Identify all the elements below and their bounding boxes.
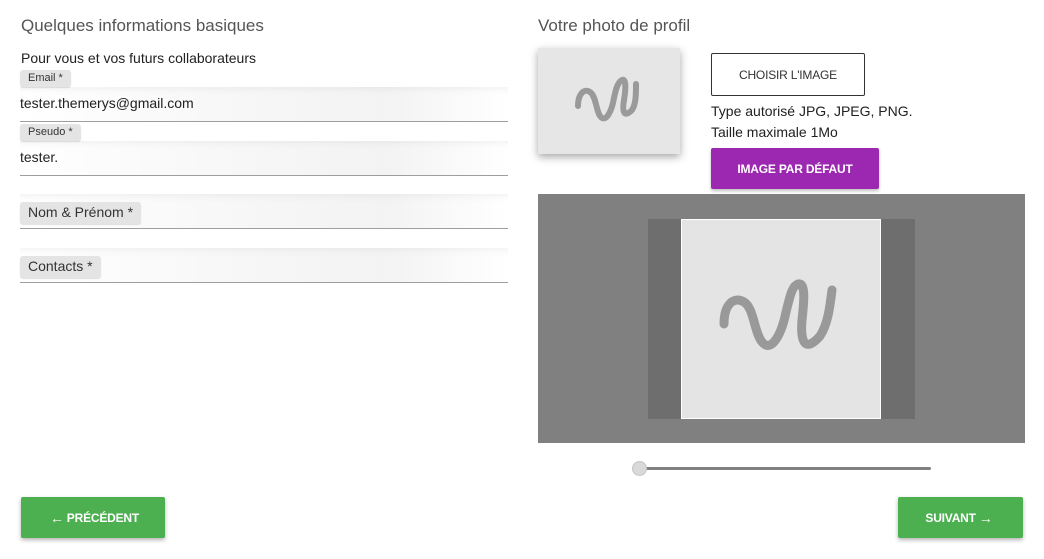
next-button[interactable]: SUIVANT → xyxy=(898,497,1023,538)
basic-info-subtitle: Pour vous et vos futurs collaborateurs xyxy=(21,50,257,66)
allowed-types-text: Type autorisé JPG, JPEG, PNG. xyxy=(711,103,913,119)
previous-button[interactable]: ← PRÉCÉDENT xyxy=(21,497,165,538)
basic-info-title: Quelques informations basiques xyxy=(21,16,264,35)
choose-image-button[interactable]: CHOISIR L'IMAGE xyxy=(711,53,865,96)
profile-photo-title: Votre photo de profil xyxy=(538,16,691,35)
avatar-preview xyxy=(538,48,680,154)
fullname-label: Nom & Prénom * xyxy=(20,202,142,224)
crop-area[interactable] xyxy=(681,219,881,419)
contacts-label: Contacts * xyxy=(20,256,101,278)
zoom-slider-thumb[interactable] xyxy=(632,461,647,476)
email-label: Email * xyxy=(20,70,71,87)
arrow-right-icon: → xyxy=(978,509,993,526)
profile-setup-page: Quelques informations basiques Pour vous… xyxy=(0,0,1044,559)
previous-button-label: PRÉCÉDENT xyxy=(66,510,140,525)
squiggle-icon xyxy=(719,279,837,350)
email-value: tester.themerys@gmail.com xyxy=(20,95,194,111)
pseudo-label: Pseudo * xyxy=(20,124,81,141)
pseudo-input[interactable] xyxy=(20,141,508,176)
pseudo-value: tester. xyxy=(20,149,59,165)
arrow-left-icon: ← xyxy=(49,509,64,526)
zoom-slider-track[interactable] xyxy=(638,467,931,470)
default-image-button[interactable]: IMAGE PAR DÉFAUT xyxy=(711,148,879,189)
zoom-slider[interactable] xyxy=(632,458,932,478)
image-cropper[interactable] xyxy=(538,194,1025,443)
squiggle-icon xyxy=(575,76,639,122)
next-button-label: SUIVANT xyxy=(925,510,976,525)
max-size-text: Taille maximale 1Mo xyxy=(711,124,838,140)
